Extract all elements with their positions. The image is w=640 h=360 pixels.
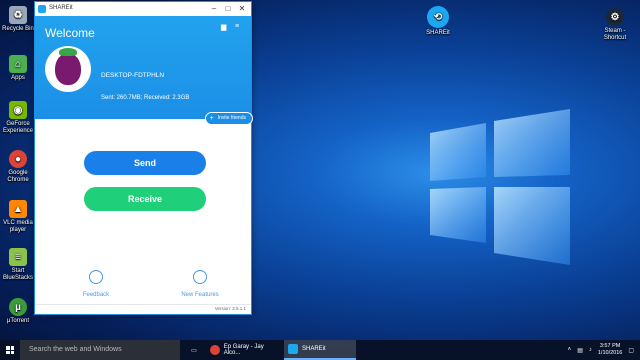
- apps-icon: ⌂: [9, 55, 27, 73]
- search-box[interactable]: Search the web and Windows: [20, 340, 180, 360]
- receive-button[interactable]: Receive: [84, 187, 206, 211]
- desktop-icon-utorrent[interactable]: µ µTorrent: [0, 298, 37, 325]
- taskbar-item-shareit[interactable]: SHAREit: [284, 340, 356, 360]
- taskbar: Search the web and Windows ▭ Ep Garay - …: [0, 340, 640, 360]
- desktop-icon-recycle-bin[interactable]: ♻ Recycle Bin: [0, 6, 37, 33]
- volume-icon[interactable]: ♪: [589, 347, 592, 353]
- chrome-icon: [210, 345, 220, 355]
- desktop-icon-vlc[interactable]: ▲ VLC media player: [0, 200, 37, 234]
- recycle-bin-icon: ♻: [9, 6, 27, 24]
- shareit-icon: ⟲: [427, 6, 449, 28]
- desktop-icon-geforce[interactable]: ◉ GeForce Experience: [0, 101, 37, 135]
- device-name: DESKTOP-FDTPHLN: [101, 72, 165, 79]
- desktop-icon-steam[interactable]: ⚙ Steam - Shortcut: [596, 8, 634, 42]
- steam-icon: ⚙: [606, 8, 624, 26]
- shareit-title-icon: [38, 5, 46, 13]
- shareit-icon: [288, 344, 298, 354]
- eggplant-avatar-icon: [55, 48, 81, 85]
- vlc-icon: ▲: [9, 200, 27, 218]
- desktop-icon-apps[interactable]: ⌂ Apps: [0, 55, 37, 82]
- avatar[interactable]: [45, 46, 91, 92]
- minimize-button[interactable]: –: [207, 3, 221, 15]
- title-bar[interactable]: SHAREit – □ ✕: [35, 2, 251, 16]
- desktop-icon-bluestacks[interactable]: ≡ Start BlueStacks: [0, 248, 37, 282]
- desktop-icon-chrome[interactable]: ● Google Chrome: [0, 150, 37, 184]
- utorrent-icon: µ: [9, 298, 27, 316]
- folder-icon[interactable]: ▆: [221, 23, 231, 31]
- menu-icon[interactable]: ≡: [235, 23, 245, 31]
- taskbar-item-chrome[interactable]: Ep Garay - Jay Alco...: [206, 340, 280, 360]
- taskbar-task-view[interactable]: ▭: [186, 340, 202, 360]
- geforce-icon: ◉: [9, 101, 27, 119]
- desktop-icon-shareit[interactable]: ⟲ SHAREit: [419, 6, 457, 37]
- clock[interactable]: 3:57 PM 1/10/2016: [598, 343, 622, 357]
- system-tray: ˄ ▤ ♪ 3:57 PM 1/10/2016 ▢: [568, 340, 634, 360]
- transfer-stats: Sent: 260.7MB; Received: 2.3GB: [101, 95, 190, 101]
- chrome-icon: ●: [9, 150, 27, 168]
- notifications-icon[interactable]: ▢: [628, 347, 634, 354]
- send-button[interactable]: Send: [84, 151, 206, 175]
- shareit-window: SHAREit – □ ✕ Welcome ▆ ≡ DESKTOP-FDTPHL…: [34, 1, 253, 315]
- bluestacks-icon: ≡: [9, 248, 27, 266]
- welcome-heading: Welcome: [45, 26, 95, 40]
- maximize-button[interactable]: □: [221, 3, 235, 15]
- windows-logo-wallpaper: [410, 105, 580, 275]
- footer-divider: [35, 304, 251, 305]
- invite-friends-button[interactable]: Invite friends: [204, 112, 253, 125]
- task-view-icon: ▭: [191, 347, 197, 354]
- new-features-button[interactable]: New Features: [175, 270, 225, 298]
- feedback-button[interactable]: Feedback: [71, 270, 121, 298]
- windows-start-icon: [6, 346, 14, 354]
- network-icon[interactable]: ▤: [577, 347, 583, 354]
- feedback-icon: [89, 270, 103, 284]
- chevron-up-icon[interactable]: ˄: [568, 347, 572, 353]
- start-button[interactable]: [0, 340, 20, 360]
- window-title: SHAREit: [49, 5, 73, 11]
- version-label: Version: 2.5.1.1: [214, 306, 246, 311]
- profile-header: Welcome ▆ ≡ DESKTOP-FDTPHLN Sent: 260.7M…: [35, 16, 253, 125]
- new-features-icon: [193, 270, 207, 284]
- close-button[interactable]: ✕: [235, 3, 249, 15]
